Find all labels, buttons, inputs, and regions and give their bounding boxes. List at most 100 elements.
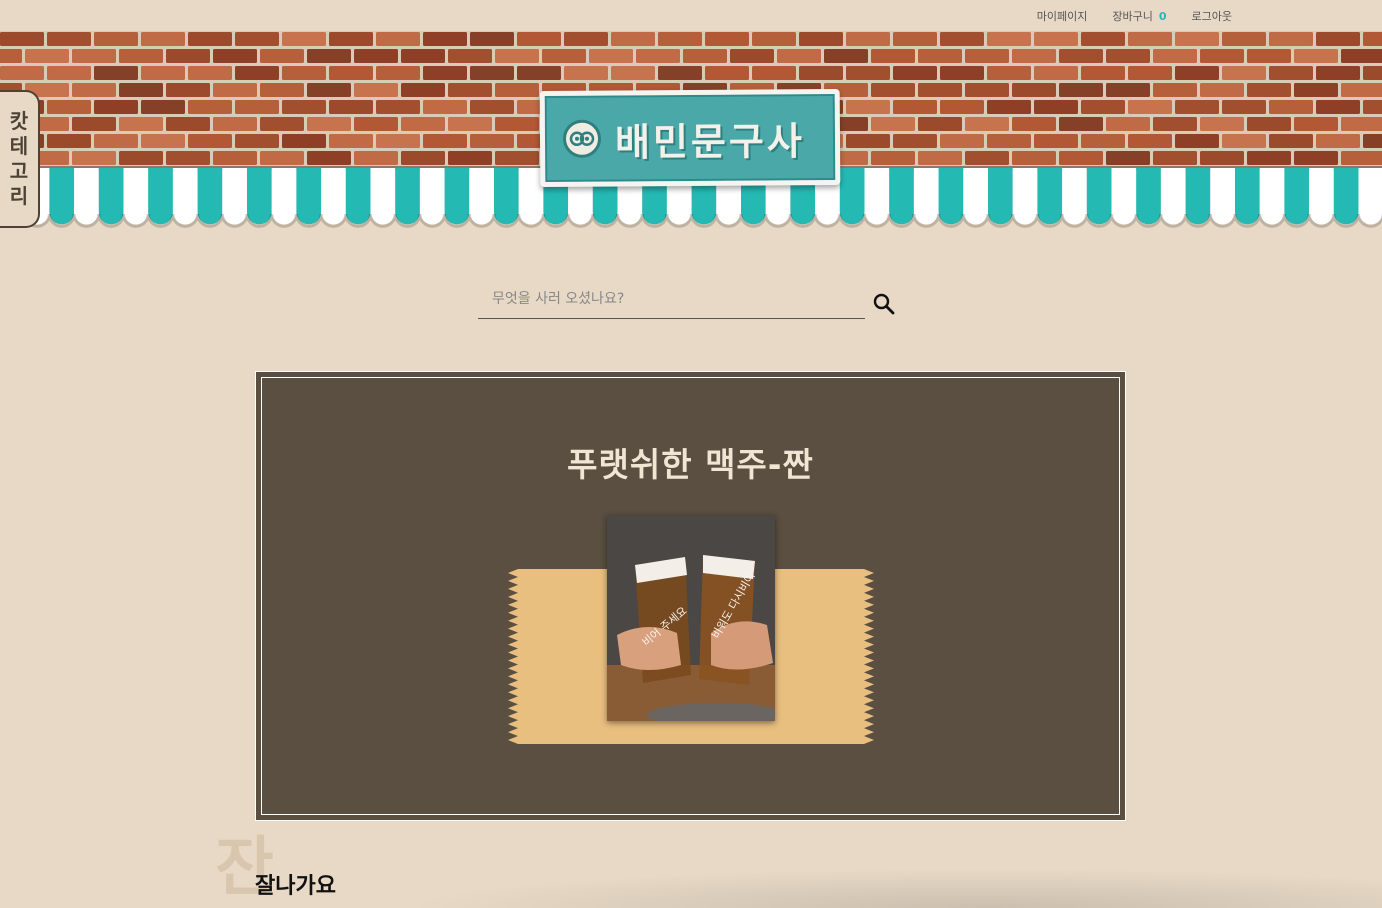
brick	[846, 32, 890, 46]
brick	[47, 134, 91, 148]
brick	[1316, 100, 1360, 114]
brick	[1341, 117, 1382, 131]
brick	[799, 66, 843, 80]
brick	[307, 117, 351, 131]
brick	[1175, 66, 1219, 80]
brick	[470, 134, 514, 148]
brick	[119, 117, 163, 131]
brick	[354, 117, 398, 131]
awning-stripe	[1359, 168, 1382, 224]
brick	[1247, 83, 1291, 97]
awning-stripe	[939, 168, 964, 224]
brick	[1106, 151, 1150, 165]
brick	[94, 100, 138, 114]
awning-stripe	[420, 168, 445, 224]
brick	[307, 49, 351, 63]
brick	[658, 32, 702, 46]
brick	[235, 134, 279, 148]
brick	[47, 32, 91, 46]
brick	[282, 134, 326, 148]
logo-text: 배민문구사	[615, 110, 805, 166]
brick	[448, 83, 492, 97]
section-title: 잘나가요	[255, 868, 336, 900]
brick	[1081, 66, 1125, 80]
awning-stripe	[445, 168, 470, 224]
brick	[1081, 134, 1125, 148]
brick	[1200, 151, 1244, 165]
brick	[166, 49, 210, 63]
brick	[517, 66, 561, 80]
awning-stripe	[49, 168, 74, 224]
brick	[235, 32, 279, 46]
site-logo[interactable]: 배민문구사	[540, 89, 841, 187]
brick	[1200, 117, 1244, 131]
brick	[448, 49, 492, 63]
brick	[1128, 32, 1172, 46]
brick	[1128, 66, 1172, 80]
brick	[918, 117, 962, 131]
brick	[1247, 49, 1291, 63]
brick	[1222, 66, 1266, 80]
mypage-link[interactable]: 마이페이지	[1037, 8, 1088, 24]
brick	[119, 83, 163, 97]
brick	[94, 134, 138, 148]
brick	[166, 117, 210, 131]
logout-link[interactable]: 로그아웃	[1192, 8, 1232, 24]
brick	[72, 49, 116, 63]
brick	[1269, 32, 1313, 46]
brick	[1153, 83, 1197, 97]
brick	[1012, 117, 1056, 131]
brick	[1106, 117, 1150, 131]
brick	[1059, 117, 1103, 131]
search-icon[interactable]	[872, 292, 898, 318]
brick	[1316, 66, 1360, 80]
brick	[871, 151, 915, 165]
brick	[329, 100, 373, 114]
brick	[940, 134, 984, 148]
brick	[1153, 49, 1197, 63]
brick	[260, 83, 304, 97]
promo-banner[interactable]: 푸랫쉬한 맥주-짠 비어 주세요 비워도 다시비어	[255, 371, 1126, 821]
category-tab[interactable]: 캇 테 고 리	[0, 90, 40, 228]
brick	[940, 100, 984, 114]
brick	[846, 66, 890, 80]
brick	[495, 151, 539, 165]
beer-cheers-photo[interactable]: 비어 주세요 비워도 다시비어	[607, 515, 775, 721]
awning-stripe	[840, 168, 865, 224]
brick	[423, 32, 467, 46]
awning-stripe	[1334, 168, 1359, 224]
brick	[940, 66, 984, 80]
awning-stripe	[99, 168, 124, 224]
brick	[1363, 32, 1382, 46]
brick	[282, 100, 326, 114]
brick	[1059, 83, 1103, 97]
cart-link[interactable]: 장바구니0	[1112, 8, 1166, 24]
brick	[47, 100, 91, 114]
cart-count-badge: 0	[1159, 10, 1167, 23]
brick	[1269, 66, 1313, 80]
brick	[47, 66, 91, 80]
search-input[interactable]	[478, 280, 865, 319]
brick	[940, 32, 984, 46]
brick	[705, 32, 749, 46]
brick	[0, 66, 44, 80]
brick	[260, 49, 304, 63]
brick	[871, 83, 915, 97]
brick	[495, 49, 539, 63]
brick	[918, 83, 962, 97]
awning-stripe	[494, 168, 519, 224]
awning-stripe	[469, 168, 494, 224]
brick	[448, 151, 492, 165]
brick	[987, 32, 1031, 46]
brick	[0, 49, 22, 63]
brick	[260, 117, 304, 131]
brick	[141, 66, 185, 80]
brick	[1034, 100, 1078, 114]
brick	[871, 49, 915, 63]
brick	[1269, 100, 1313, 114]
brick	[1363, 134, 1382, 148]
brick	[1081, 100, 1125, 114]
brick	[72, 83, 116, 97]
awning-stripe	[222, 168, 247, 224]
brick	[846, 134, 890, 148]
